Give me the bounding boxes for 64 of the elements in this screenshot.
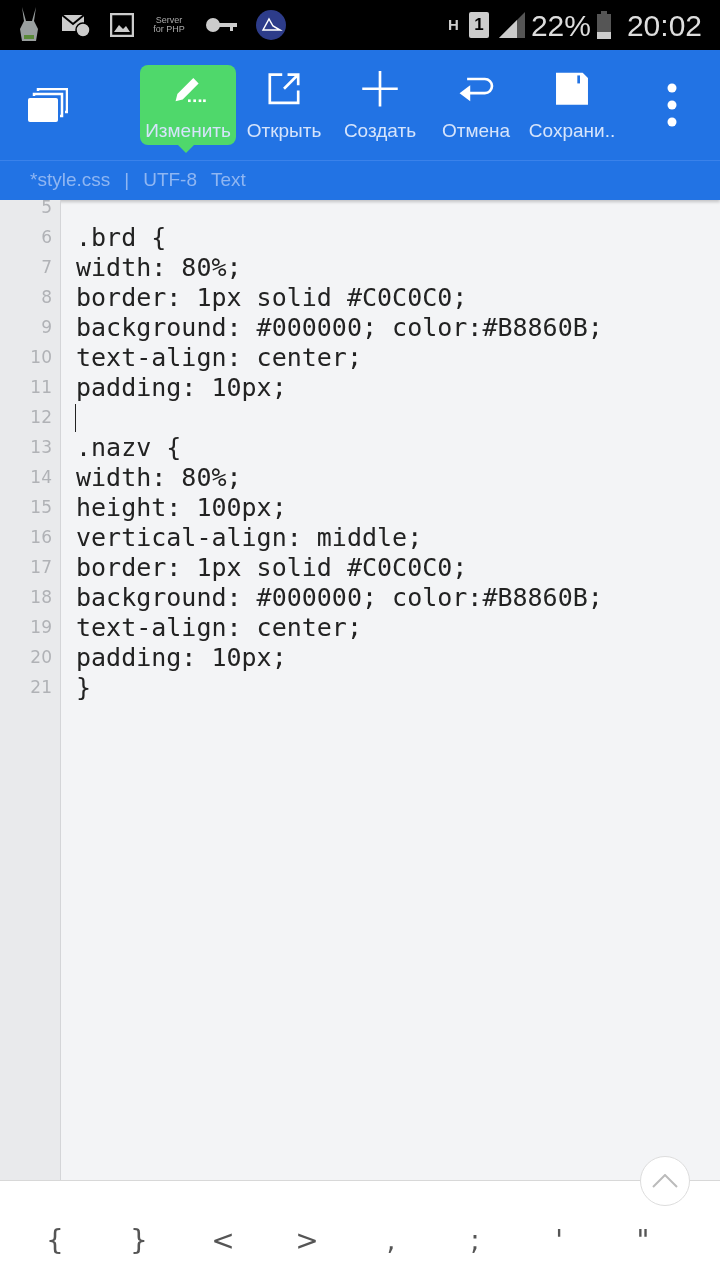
code-line: vertical-align: middle; [76, 523, 423, 553]
key-icon [206, 17, 238, 33]
plus-icon [360, 71, 400, 107]
symbol-key[interactable]: > [265, 1220, 349, 1261]
toolbar-button[interactable]: Отмена [428, 65, 524, 145]
code-line: text-align: center; [76, 343, 362, 373]
line-number: 19 [29, 616, 52, 640]
chevron-up-icon [652, 1174, 678, 1188]
code-line: background: #000000; color:#B8860B; [76, 583, 603, 613]
separator: | [124, 168, 130, 193]
code-line: padding: 10px; [76, 373, 287, 403]
line-number: 17 [29, 556, 52, 580]
code-line: .brd { [76, 223, 167, 253]
toolbar-button[interactable]: Сохрани.. [524, 65, 620, 145]
encoding: UTF-8 [143, 168, 197, 193]
app-round-icon [256, 10, 286, 40]
battery-percent: 22% [530, 7, 591, 44]
line-number: 14 [29, 466, 52, 490]
symbol-key[interactable]: ' [517, 1220, 601, 1261]
symbol-key[interactable]: { [13, 1220, 97, 1261]
line-number: 7 [40, 256, 52, 280]
sim-slot: 1 [468, 12, 489, 38]
server-icon-text: Server for PHP [152, 16, 186, 34]
toolbar-button[interactable]: Открыть [236, 65, 332, 145]
stacked-windows-icon [28, 88, 68, 122]
code-line: border: 1px solid #C0C0C0; [76, 283, 468, 313]
symbol-key[interactable]: } [97, 1220, 181, 1261]
line-number: 21 [29, 676, 52, 700]
code-line: background: #000000; color:#B8860B; [76, 313, 603, 343]
line-number: 13 [29, 436, 52, 460]
symbol-key[interactable]: , [349, 1220, 433, 1261]
symbol-key[interactable]: < [181, 1220, 265, 1261]
toolbar-button[interactable]: Создать [332, 65, 428, 145]
symbol-key[interactable]: " [601, 1220, 685, 1261]
image-icon [110, 13, 134, 37]
mail-icon [62, 13, 90, 37]
line-number: 16 [29, 526, 52, 550]
code-line: border: 1px solid #C0C0C0; [76, 553, 468, 583]
code-line: text-align: center; [76, 613, 362, 643]
clock: 20:02 [626, 7, 702, 44]
line-number: 9 [40, 316, 52, 340]
line-number: 6 [40, 226, 52, 250]
code-line: .nazv { [76, 433, 182, 463]
line-number: 11 [29, 376, 52, 400]
code-line: width: 80%; [76, 253, 242, 283]
line-number: 10 [29, 346, 52, 370]
line-number: 12 [29, 406, 52, 430]
line-number: 15 [29, 496, 52, 520]
network-type: H [448, 14, 459, 35]
file-name: *style.css [30, 168, 111, 193]
battery-icon [596, 11, 611, 39]
line-number: 18 [29, 586, 52, 610]
syntax-mode: Text [211, 168, 246, 193]
code-line: } [76, 673, 92, 703]
code-line: padding: 10px; [76, 643, 287, 673]
text-cursor [75, 404, 76, 432]
line-number: 8 [40, 286, 52, 310]
code-line: height: 100px; [76, 493, 287, 523]
line-number: 5 [40, 200, 52, 220]
more-vertical-icon [667, 83, 677, 127]
code-line: width: 80%; [76, 463, 242, 493]
line-number: 20 [29, 646, 52, 670]
symbol-key[interactable]: ; [433, 1220, 517, 1261]
signal-icon [498, 12, 525, 38]
